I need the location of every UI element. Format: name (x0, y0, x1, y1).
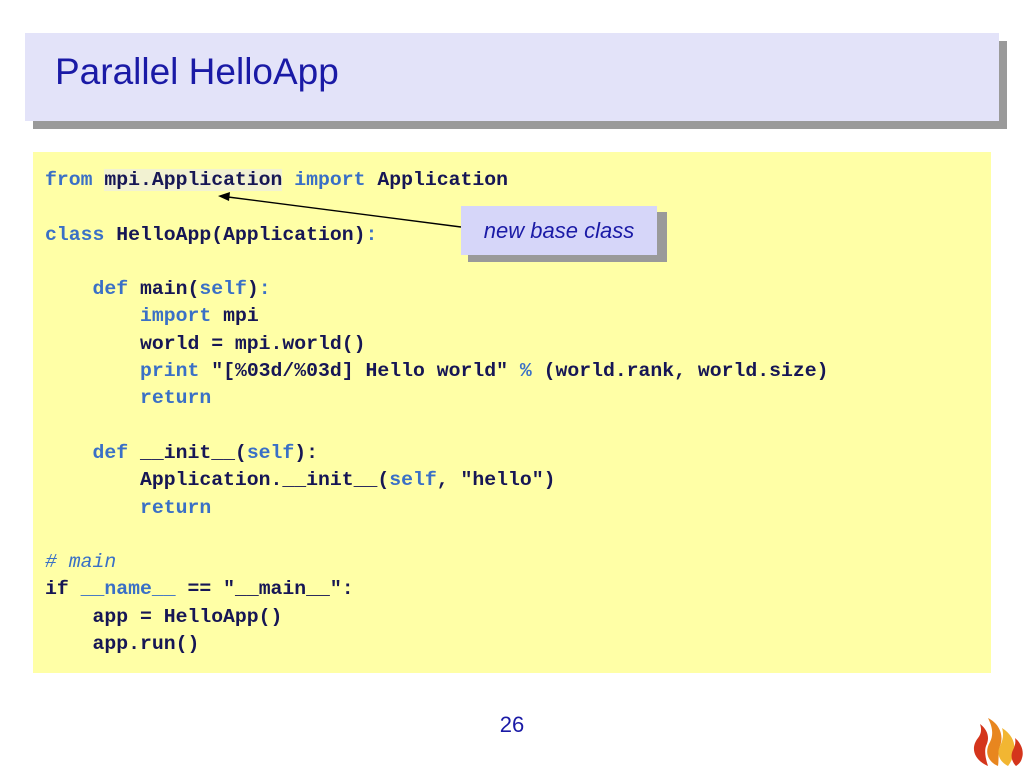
code-line: world = mpi.world() (45, 331, 829, 358)
code-keyword: self (389, 469, 437, 492)
code-line: app = HelloApp() (45, 604, 829, 631)
code-keyword: import (139, 305, 224, 328)
page-number: 26 (499, 712, 525, 737)
code-token: __init__( (139, 441, 247, 464)
code-comment: # main (45, 551, 117, 574)
code-keyword: def (92, 441, 140, 464)
slide-title: Parallel HelloApp (55, 51, 339, 92)
callout-label: new base class (483, 217, 635, 243)
code-highlight: mpi.Application (104, 169, 283, 191)
title-bar: Parallel HelloApp (25, 33, 999, 121)
flame-logo-icon (973, 718, 1023, 766)
code-line: app.run() (45, 631, 829, 658)
code-line: if __name__ == "__main__": (45, 576, 829, 603)
code-token: app.run() (45, 633, 200, 656)
code-line: import mpi (45, 303, 829, 330)
code-listing: from mpi.Application import Application … (45, 167, 829, 658)
code-line: print "[%03d/%03d] Hello world" % (world… (45, 358, 829, 385)
code-line: from mpi.Application import Application (45, 167, 829, 194)
code-line: class HelloApp(Application): (45, 222, 829, 249)
code-keyword: print (139, 360, 212, 383)
code-keyword: class (45, 223, 117, 246)
code-token: , "hello") (436, 469, 556, 492)
code-keyword: __name__ (80, 578, 176, 601)
code-token: (world.rank, world.size) (531, 360, 829, 383)
code-token: "[%03d/%03d] Hello world" (211, 360, 520, 383)
code-token: == "__main__": (175, 578, 354, 601)
code-keyword: import (294, 169, 378, 191)
code-line: return (45, 495, 829, 522)
code-token: HelloApp(Application) (116, 223, 366, 246)
code-token: main( (139, 278, 200, 301)
code-keyword: return (139, 496, 212, 519)
code-keyword: return (139, 387, 212, 410)
code-line: def main(self): (45, 276, 829, 303)
code-token: if (45, 578, 81, 601)
code-line: Application.__init__(self, "hello") (45, 467, 829, 494)
code-token: ): (294, 441, 319, 464)
code-token: world = mpi.world() (45, 332, 366, 355)
code-token: mpi (223, 305, 259, 328)
code-keyword: self (246, 441, 295, 464)
code-line: # main (45, 549, 829, 576)
code-keyword: self (199, 278, 247, 301)
code-token: app = HelloApp() (45, 605, 283, 628)
code-keyword: def (92, 278, 140, 301)
code-token: Application (377, 169, 508, 191)
code-keyword: : (258, 278, 271, 301)
code-keyword: : (365, 223, 378, 246)
code-token: Application.__init__( (45, 469, 390, 492)
callout-box: new base class (461, 206, 657, 255)
code-keyword: % (519, 360, 532, 383)
code-line: def __init__(self): (45, 440, 829, 467)
code-line: return (45, 385, 829, 412)
code-token: ) (246, 278, 259, 301)
code-keyword: from (45, 169, 105, 191)
